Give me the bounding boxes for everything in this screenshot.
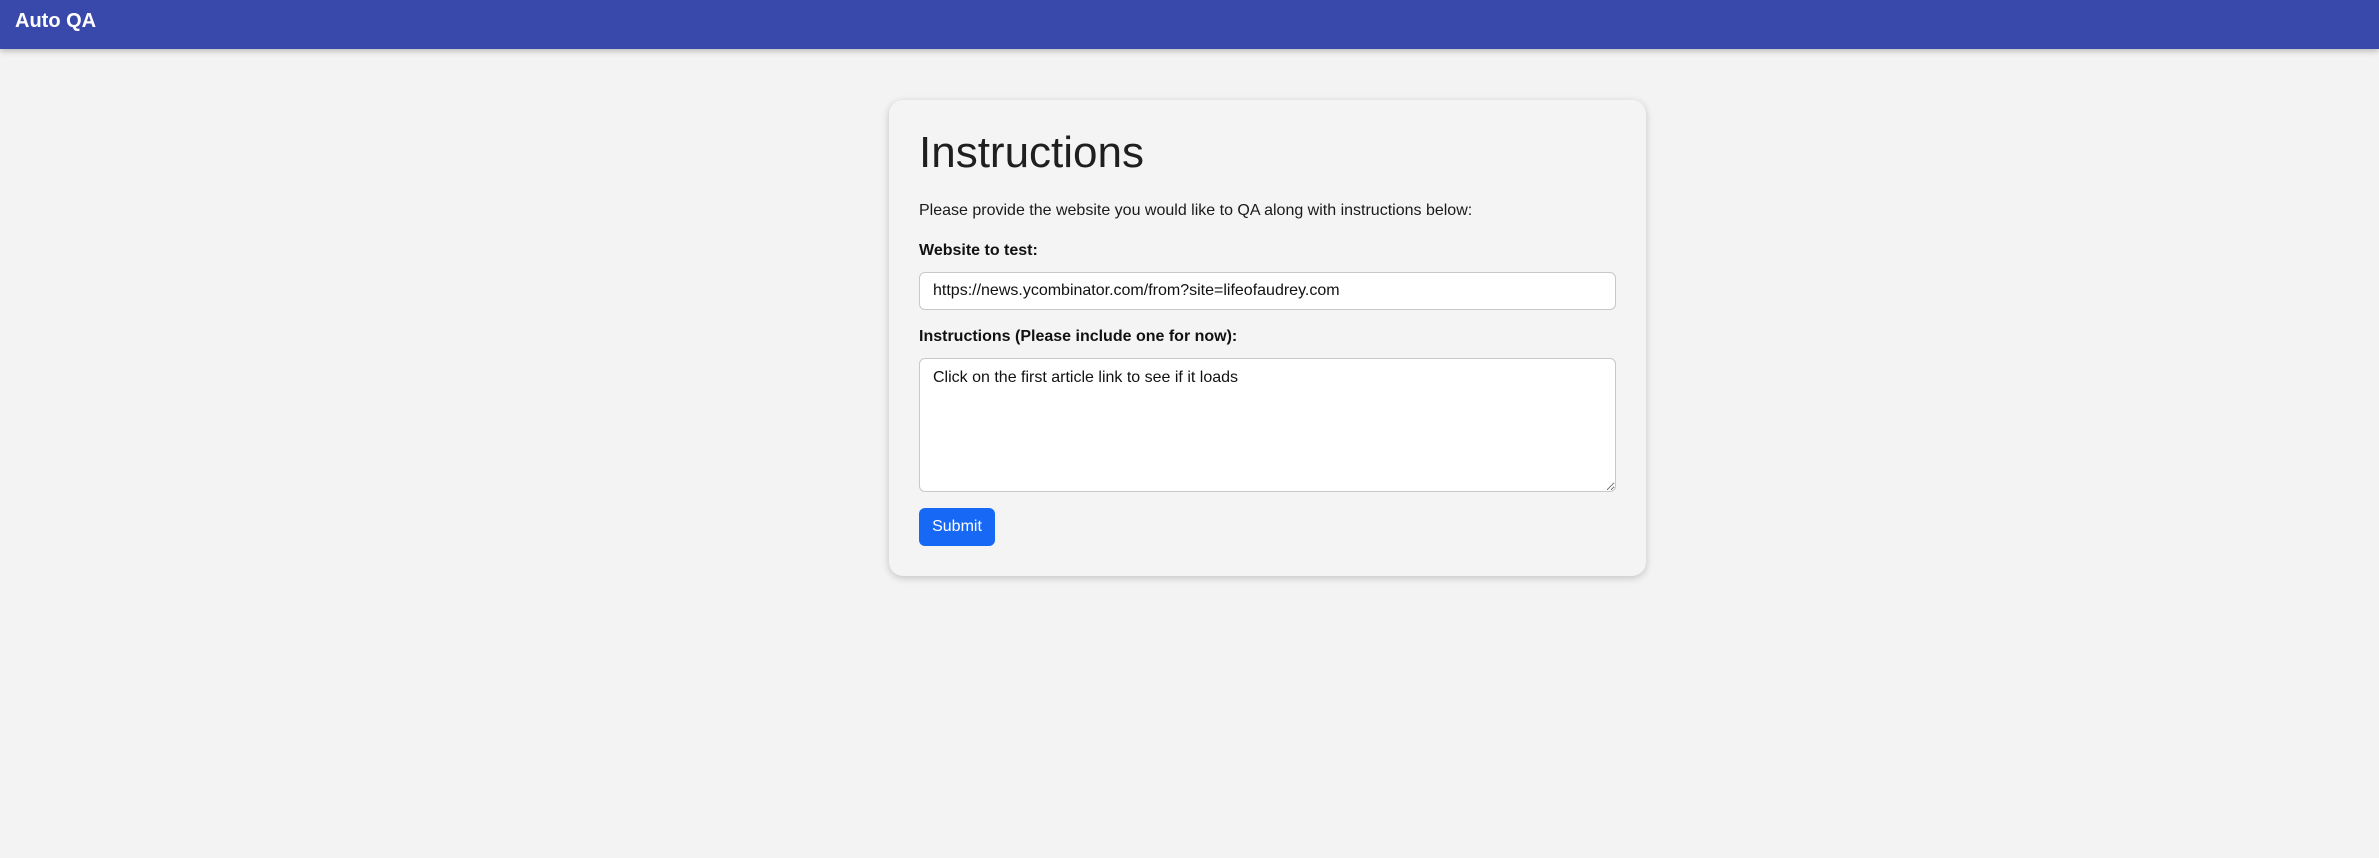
website-input[interactable]	[919, 272, 1616, 310]
instructions-textarea[interactable]: Click on the first article link to see i…	[919, 358, 1616, 492]
top-app-bar: Auto QA	[0, 0, 2379, 49]
website-label: Website to test:	[919, 242, 1038, 259]
instructions-card: Instructions Please provide the website …	[889, 100, 1646, 576]
intro-text: Please provide the website you would lik…	[919, 202, 1473, 219]
page-title: Instructions	[919, 128, 1144, 177]
instructions-label: Instructions (Please include one for now…	[919, 328, 1238, 345]
submit-button[interactable]: Submit	[919, 508, 995, 546]
app-title: Auto QA	[15, 10, 97, 32]
